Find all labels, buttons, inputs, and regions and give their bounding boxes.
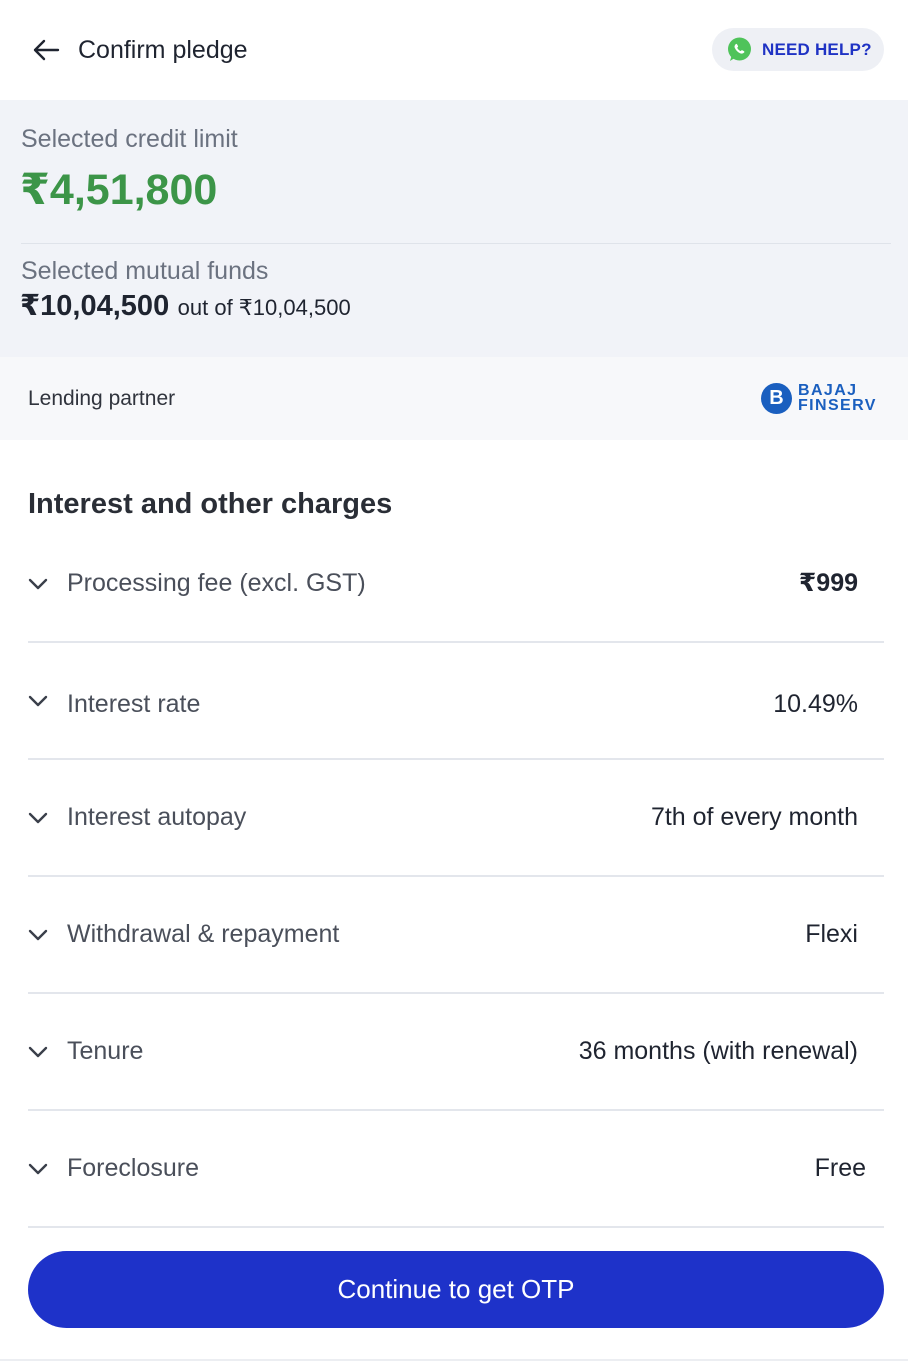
- charge-row-withdrawal-repayment[interactable]: Withdrawal & repayment Flexi: [28, 877, 884, 994]
- charge-label: Foreclosure: [67, 1154, 199, 1182]
- charge-row-foreclosure[interactable]: Foreclosure Free: [28, 1111, 884, 1228]
- charges-section-title: Interest and other charges: [28, 488, 393, 520]
- charge-label: Interest autopay: [67, 803, 247, 831]
- charge-value: Free: [814, 1154, 866, 1182]
- whatsapp-icon: [726, 36, 753, 63]
- need-help-label: NEED HELP?: [762, 39, 872, 59]
- chevron-down-icon: [28, 578, 48, 590]
- mutual-funds-selected-value: ₹10,04,500: [20, 290, 170, 322]
- charge-label: Processing fee (excl. GST): [67, 569, 366, 597]
- back-button[interactable]: [28, 32, 64, 68]
- charge-value: 7th of every month: [650, 803, 858, 831]
- chevron-down-icon: [28, 1046, 48, 1058]
- charge-row-interest-rate[interactable]: Interest rate 10.49%: [28, 643, 884, 760]
- lending-partner-label: Lending partner: [28, 387, 176, 410]
- charge-row-tenure[interactable]: Tenure 36 months (with renewal): [28, 994, 884, 1111]
- chevron-down-icon: [28, 1163, 48, 1175]
- app-header: Confirm pledge NEED HELP?: [0, 0, 908, 100]
- bajaj-logo-line1: BAJAJ: [798, 382, 858, 399]
- charge-label: Withdrawal & repayment: [67, 920, 340, 948]
- charge-label: Interest rate: [67, 690, 201, 718]
- arrow-left-icon: [33, 39, 60, 61]
- continue-otp-button[interactable]: Continue to get OTP: [28, 1251, 884, 1328]
- chevron-down-icon: [28, 695, 48, 707]
- bottom-divider: [0, 1359, 908, 1361]
- charge-label: Tenure: [67, 1037, 144, 1065]
- bajaj-logo-line2: FINSERV: [798, 397, 877, 414]
- charge-row-interest-autopay[interactable]: Interest autopay 7th of every month: [28, 760, 884, 877]
- charge-row-processing-fee[interactable]: Processing fee (excl. GST) ₹999: [28, 524, 884, 641]
- bajaj-finserv-logo: B BAJAJ FINSERV: [761, 381, 885, 415]
- chevron-down-icon: [28, 929, 48, 941]
- mutual-funds-amount: ₹10,04,500 out of ₹10,04,500: [20, 288, 351, 329]
- need-help-button[interactable]: NEED HELP?: [712, 28, 884, 71]
- bajaj-logo-mark: B: [761, 382, 792, 414]
- row-divider: [28, 1226, 884, 1228]
- mutual-funds-label: Selected mutual funds: [21, 257, 269, 285]
- charge-value: ₹999: [798, 569, 858, 597]
- charge-value: Flexi: [805, 920, 858, 948]
- charge-value: 10.49%: [773, 690, 858, 718]
- page-title: Confirm pledge: [78, 36, 248, 64]
- credit-limit-value: ₹4,51,800: [20, 166, 218, 214]
- summary-divider: [21, 243, 891, 244]
- mutual-funds-total: out of ₹10,04,500: [177, 295, 351, 320]
- bajaj-logo-wordmark: BAJAJ FINSERV: [798, 382, 877, 414]
- chevron-down-icon: [28, 812, 48, 824]
- charge-value: 36 months (with renewal): [578, 1037, 858, 1065]
- credit-limit-label: Selected credit limit: [21, 125, 238, 153]
